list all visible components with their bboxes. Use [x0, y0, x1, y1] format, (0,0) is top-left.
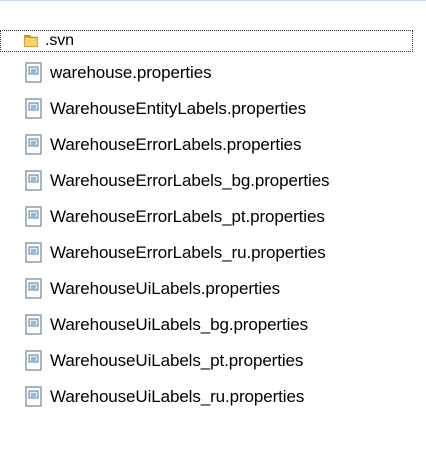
list-item-file[interactable]: WarehouseUiLabels_ru.properties: [0, 379, 426, 415]
list-item-file[interactable]: WarehouseUiLabels.properties: [0, 271, 426, 307]
file-name: WarehouseUiLabels_bg.properties: [50, 315, 309, 334]
document-icon: [25, 62, 42, 83]
list-item-file[interactable]: WarehouseErrorLabels_bg.properties: [0, 163, 426, 199]
list-item-svn-folder[interactable]: .svn: [0, 30, 426, 52]
document-icon: [25, 206, 42, 227]
document-icon: [25, 350, 42, 371]
document-icon: [25, 242, 42, 263]
list-item-file[interactable]: WarehouseErrorLabels_ru.properties: [0, 235, 426, 271]
list-item-file[interactable]: WarehouseUiLabels_pt.properties: [0, 343, 426, 379]
file-name: WarehouseErrorLabels_pt.properties: [50, 207, 325, 226]
list-item-file[interactable]: WarehouseErrorLabels_pt.properties: [0, 199, 426, 235]
document-icon: [25, 98, 42, 119]
file-name: WarehouseErrorLabels_ru.properties: [50, 243, 326, 262]
selection-frame: [0, 30, 413, 52]
file-list: .svn warehouse.properties WarehouseEntit…: [0, 19, 426, 415]
list-item-file[interactable]: WarehouseEntityLabels.properties: [0, 91, 426, 127]
document-icon: [25, 386, 42, 407]
document-icon: [25, 170, 42, 191]
list-item-file[interactable]: warehouse.properties: [0, 55, 426, 91]
document-icon: [25, 278, 42, 299]
list-item-file[interactable]: WarehouseErrorLabels.properties: [0, 127, 426, 163]
file-name: WarehouseUiLabels_pt.properties: [50, 351, 304, 370]
file-name: WarehouseUiLabels_ru.properties: [50, 387, 305, 406]
top-border: [0, 0, 426, 1]
file-name: WarehouseUiLabels.properties: [50, 279, 280, 298]
list-item-file[interactable]: WarehouseUiLabels_bg.properties: [0, 307, 426, 343]
file-name: WarehouseErrorLabels.properties: [50, 135, 302, 154]
file-name: WarehouseErrorLabels_bg.properties: [50, 171, 330, 190]
file-name: WarehouseEntityLabels.properties: [50, 99, 307, 118]
document-icon: [25, 314, 42, 335]
document-icon: [25, 134, 42, 155]
file-name: warehouse.properties: [50, 63, 212, 82]
